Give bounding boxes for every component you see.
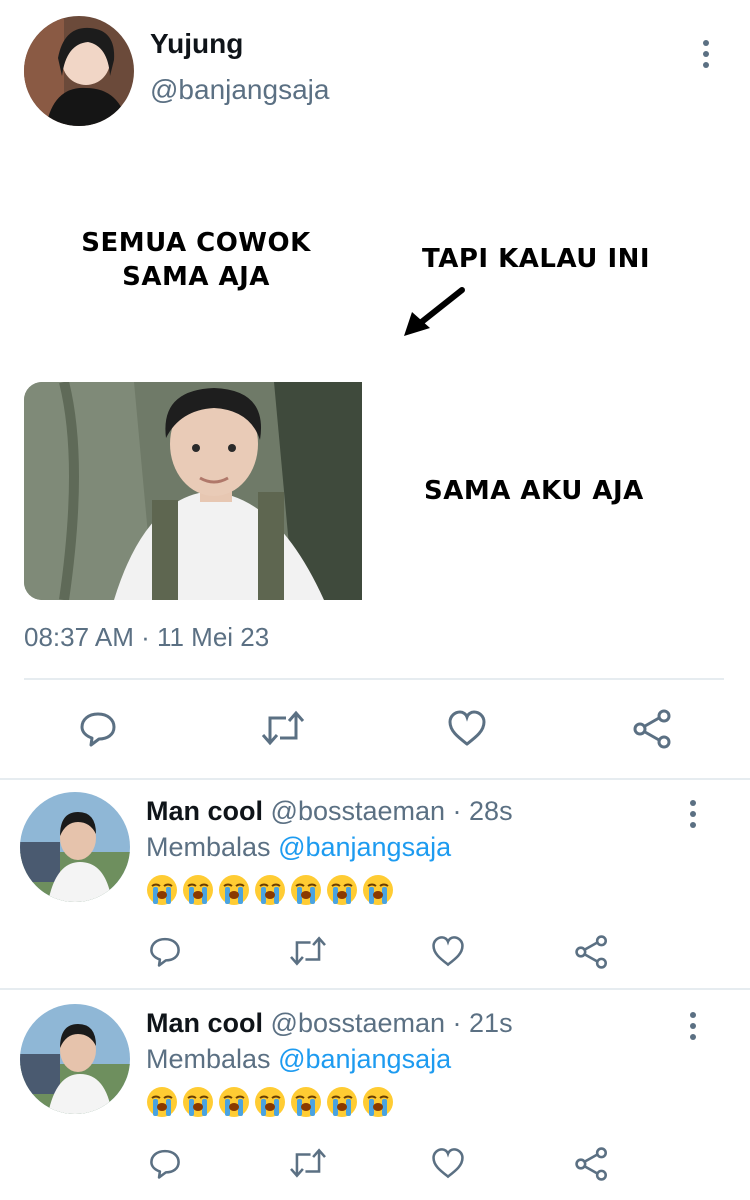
reply-header: Man cool @bosstaeman · 28s <box>146 796 513 827</box>
meme-text-right-bottom: SAMA AKU AJA <box>424 476 644 506</box>
arrow-icon <box>404 287 465 336</box>
share-icon[interactable] <box>632 708 674 750</box>
more-icon[interactable] <box>702 40 710 73</box>
reply-author-name[interactable]: Man cool <box>146 1008 263 1038</box>
reply-header: Man cool @bosstaeman · 21s <box>146 1008 513 1039</box>
reply-author-name[interactable]: Man cool <box>146 796 263 826</box>
meme-photo <box>24 382 362 600</box>
like-icon[interactable] <box>430 1146 466 1180</box>
loudly-crying-face-emoji <box>183 1087 213 1117</box>
more-icon[interactable] <box>689 1012 697 1045</box>
retweet-icon[interactable] <box>260 708 306 748</box>
replying-to: Membalas @banjangsaja <box>146 1044 451 1075</box>
reply-tweet[interactable]: Man cool @bosstaeman · 21s Membalas @ban… <box>0 992 750 1200</box>
reply-author-handle[interactable]: @bosstaeman <box>271 796 446 826</box>
like-icon[interactable] <box>446 708 488 748</box>
replying-to-handle[interactable]: @banjangsaja <box>278 832 451 862</box>
reply-icon[interactable] <box>148 1146 182 1180</box>
author-name[interactable]: Yujung <box>150 28 243 60</box>
retweet-icon[interactable] <box>288 934 328 968</box>
loudly-crying-face-emoji <box>255 1087 285 1117</box>
replying-to-handle[interactable]: @banjangsaja <box>278 1044 451 1074</box>
replying-label: Membalas <box>146 832 271 862</box>
loudly-crying-face-emoji <box>363 875 393 905</box>
reply-text <box>146 1086 394 1118</box>
reply-icon[interactable] <box>78 708 118 748</box>
loudly-crying-face-emoji <box>147 875 177 905</box>
reply-avatar[interactable] <box>20 1004 130 1114</box>
loudly-crying-face-emoji <box>219 875 249 905</box>
reply-text <box>146 874 394 906</box>
reply-age: · 28s <box>452 796 513 826</box>
meme-text-right-top: TAPI KALAU INI <box>422 244 651 274</box>
tweet-media[interactable]: SEMUA COWOK SAMA AJA TAPI KALAU INI SAMA… <box>24 140 724 610</box>
more-icon[interactable] <box>689 800 697 833</box>
loudly-crying-face-emoji <box>291 1087 321 1117</box>
reply-tweet[interactable]: Man cool @bosstaeman · 28s Membalas @ban… <box>0 780 750 986</box>
meme-text-left: SEMUA COWOK SAMA AJA <box>81 228 311 292</box>
retweet-icon[interactable] <box>288 1146 328 1180</box>
loudly-crying-face-emoji <box>255 875 285 905</box>
like-icon[interactable] <box>430 934 466 968</box>
loudly-crying-face-emoji <box>363 1087 393 1117</box>
tweet-timestamp: 08:37 AM · 11 Mei 23 <box>24 622 270 652</box>
author-avatar[interactable] <box>24 16 134 126</box>
share-icon[interactable] <box>574 934 610 970</box>
reply-author-handle[interactable]: @bosstaeman <box>271 1008 446 1038</box>
loudly-crying-face-emoji <box>327 1087 357 1117</box>
loudly-crying-face-emoji <box>327 875 357 905</box>
reply-age: · 21s <box>452 1008 513 1038</box>
reply-icon[interactable] <box>148 934 182 968</box>
author-handle[interactable]: @banjangsaja <box>150 74 329 106</box>
divider <box>24 678 724 680</box>
reply-avatar[interactable] <box>20 792 130 902</box>
loudly-crying-face-emoji <box>219 1087 249 1117</box>
loudly-crying-face-emoji <box>183 875 213 905</box>
loudly-crying-face-emoji <box>147 1087 177 1117</box>
replying-to: Membalas @banjangsaja <box>146 832 451 863</box>
replying-label: Membalas <box>146 1044 271 1074</box>
loudly-crying-face-emoji <box>291 875 321 905</box>
share-icon[interactable] <box>574 1146 610 1182</box>
divider <box>0 988 750 990</box>
